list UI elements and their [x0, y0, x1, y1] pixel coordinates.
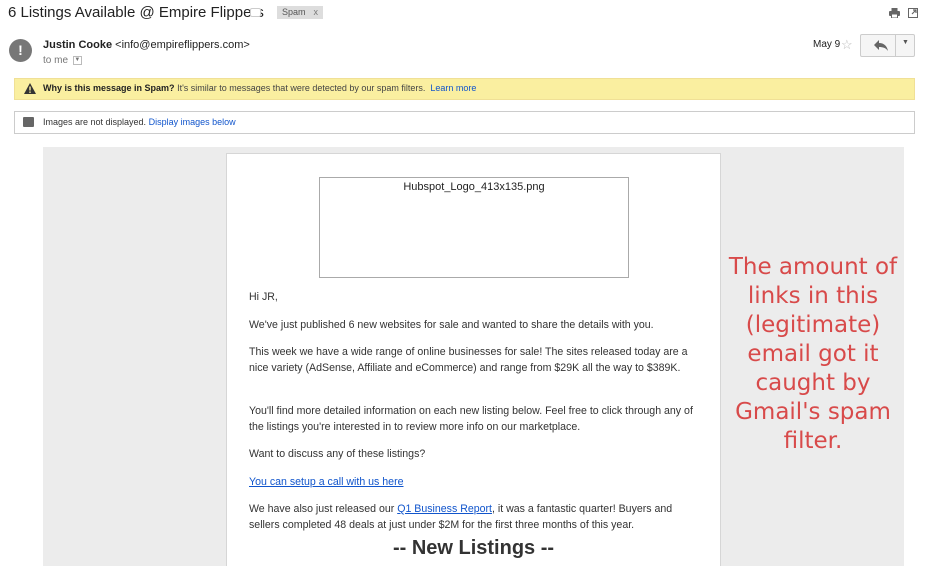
show-details-icon[interactable]: ▼ [72, 55, 82, 65]
warning-icon [24, 83, 36, 94]
message-date: May 9 [813, 39, 841, 50]
learn-more-link[interactable]: Learn more [430, 83, 476, 93]
spam-label-text: Spam [282, 7, 306, 17]
remove-label-button[interactable]: x [314, 7, 319, 17]
sender-email: <info@empireflippers.com> [115, 39, 250, 51]
chevron-down-icon: ▼ [902, 39, 909, 46]
call-link-paragraph: You can setup a call with us here [249, 474, 699, 490]
spam-warning-title: Why is this message in Spam? [43, 83, 175, 93]
subject-bar: 6 Listings Available @ Empire Flippers S… [0, 0, 929, 26]
display-images-link[interactable]: Display images below [149, 117, 236, 127]
spam-warning-detail: It's similar to messages that were detec… [177, 83, 426, 93]
print-icon[interactable] [889, 8, 900, 18]
setup-call-link[interactable]: You can setup a call with us here [249, 476, 404, 488]
new-listings-heading: -- New Listings -- [392, 537, 555, 559]
recipients: to me ▼ [43, 55, 82, 66]
logo-image-placeholder: Hubspot_Logo_413x135.png [319, 177, 629, 278]
sender: Justin Cooke <info@empireflippers.com> [43, 39, 250, 51]
sender-name[interactable]: Justin Cooke [43, 39, 112, 51]
paragraph-2: This week we have a wide range of online… [249, 346, 688, 374]
email-content: Hubspot_Logo_413x135.png Hi JR, We've ju… [226, 153, 721, 566]
paragraph-5: We have also just released our Q1 Busine… [249, 501, 699, 533]
top-icons [889, 7, 919, 21]
q1-report-link[interactable]: Q1 Business Report [397, 503, 492, 515]
message-header: ! Justin Cooke <info@empireflippers.com>… [0, 32, 929, 72]
paragraph-3: You'll find more detailed information on… [249, 405, 693, 433]
more-options-button[interactable]: ▼ [895, 35, 915, 56]
spam-warning-text: Why is this message in Spam? It's simila… [43, 83, 476, 93]
spam-label-chip[interactable]: Spam x [277, 6, 323, 19]
paragraph-1: We've just published 6 new websites for … [249, 319, 654, 331]
spam-warning-banner: Why is this message in Spam? It's simila… [14, 78, 915, 100]
sender-avatar: ! [9, 39, 32, 62]
new-window-icon[interactable] [908, 8, 918, 18]
email-subject: 6 Listings Available @ Empire Flippers [8, 4, 264, 21]
images-bar-text: Images are not displayed. Display images… [43, 117, 236, 127]
star-icon[interactable]: ☆ [841, 37, 853, 53]
annotation-note: The amount of links in this (legitimate)… [728, 254, 898, 454]
greeting: Hi JR, [249, 291, 278, 303]
reply-icon[interactable] [873, 38, 889, 52]
image-icon [23, 117, 34, 127]
reply-button-group: ▼ [860, 34, 915, 57]
images-not-displayed-bar: Images are not displayed. Display images… [14, 111, 915, 134]
important-marker-icon[interactable] [250, 8, 261, 17]
images-hidden-text: Images are not displayed. [43, 117, 147, 127]
logo-alt-text: Hubspot_Logo_413x135.png [403, 181, 545, 193]
paragraph-5-start: We have also just released our [249, 503, 398, 515]
recipient-text: to me [43, 55, 69, 66]
paragraph-4: Want to discuss any of these listings? [249, 448, 426, 460]
